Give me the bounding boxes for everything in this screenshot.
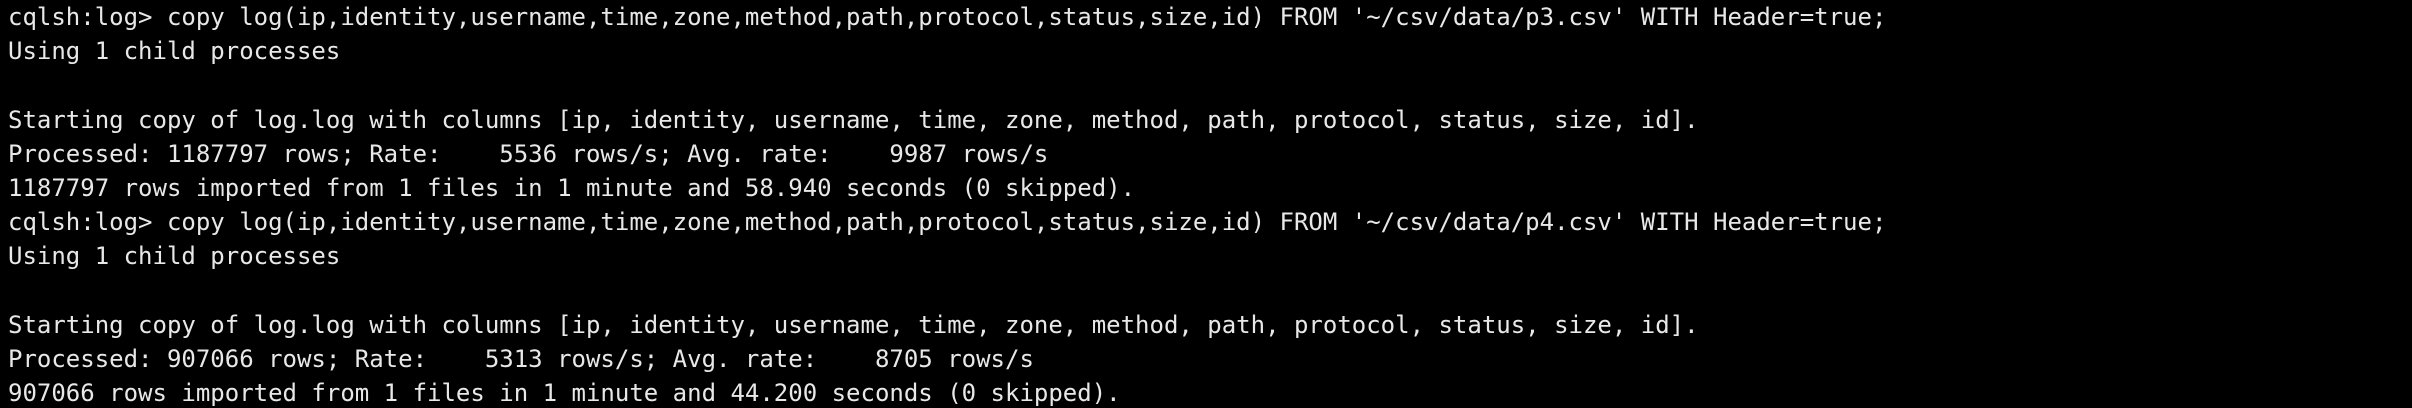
output-line-rows-imported: 1187797 rows imported from 1 files in 1 … bbox=[8, 173, 1136, 202]
output-line-rows-imported: 907066 rows imported from 1 files in 1 m… bbox=[8, 379, 1121, 408]
command-line-copy-p4: cqlsh:log> copy log(ip,identity,username… bbox=[8, 208, 1887, 237]
terminal-window[interactable]: cqlsh:log> copy log(ip,identity,username… bbox=[0, 0, 2412, 408]
output-line-starting-copy: Starting copy of log.log with columns [i… bbox=[8, 105, 1699, 134]
output-line-processed: Processed: 1187797 rows; Rate: 5536 rows… bbox=[8, 139, 1049, 168]
output-line-child-processes: Using 1 child processes bbox=[8, 242, 341, 271]
command-line-copy-p3: cqlsh:log> copy log(ip,identity,username… bbox=[8, 3, 1887, 31]
output-line-child-processes: Using 1 child processes bbox=[8, 37, 341, 66]
output-line-starting-copy: Starting copy of log.log with columns [i… bbox=[8, 310, 1699, 339]
output-line-processed: Processed: 907066 rows; Rate: 5313 rows/… bbox=[8, 344, 1034, 373]
